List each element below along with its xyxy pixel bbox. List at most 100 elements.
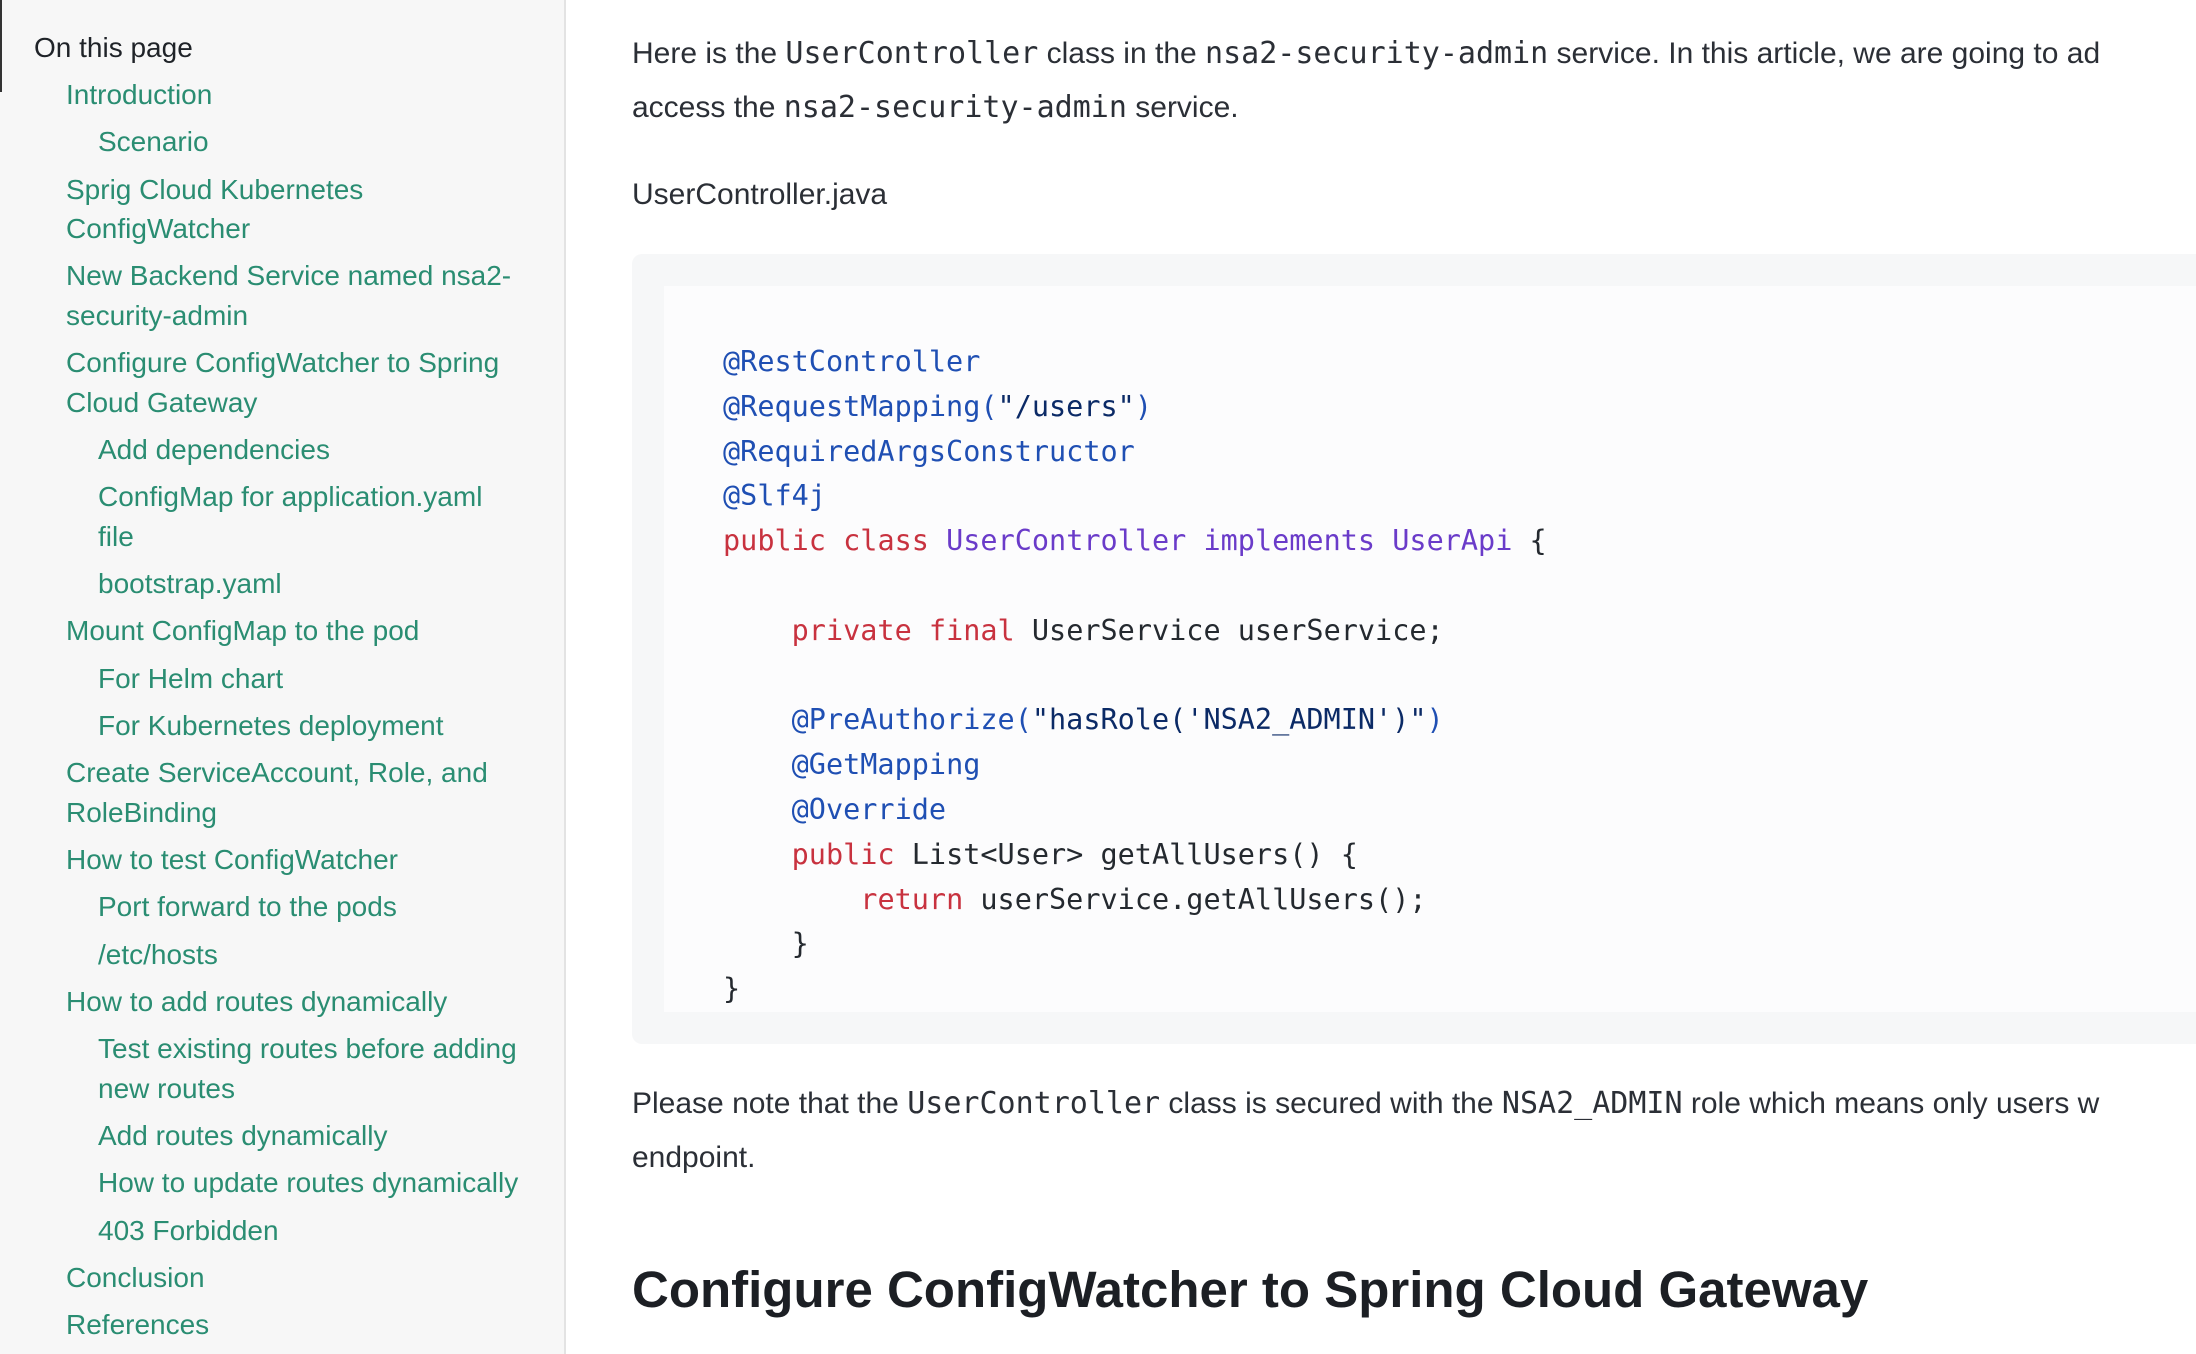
toc-list-entry: Add routes dynamically (0, 1116, 560, 1156)
note-text: role which means only users w (1682, 1087, 2100, 1120)
toc-link[interactable]: How to test ConfigWatcher (0, 840, 560, 880)
toc-list-entry: Mount ConfigMap to the pod (0, 611, 560, 651)
code-block-inner[interactable]: @RestController @RequestMapping("/users"… (664, 286, 2196, 1012)
toc-link[interactable]: Port forward to the pods (0, 887, 560, 927)
toc-list-entry: ConfigMap for application.yaml file (0, 477, 560, 556)
code-token: @RequiredArgsConstructor (723, 434, 1135, 468)
toc-list-entry: New Backend Service named nsa2-security-… (0, 256, 560, 335)
toc-list-entry: How to test ConfigWatcher (0, 840, 560, 880)
code-token: UserService userService; (1014, 613, 1444, 647)
code-token: return (860, 882, 964, 916)
code-token: @GetMapping (791, 748, 981, 782)
toc-link[interactable]: For Helm chart (0, 659, 560, 699)
code-token: } (723, 972, 741, 1006)
code-token: "/users" (997, 389, 1135, 423)
toc-list-entry: Introduction (0, 75, 560, 115)
toc-list-entry: Scenario (0, 122, 560, 162)
toc-list-entry: For Kubernetes deployment (0, 706, 560, 746)
code-token: "hasRole('NSA2_ADMIN')" (1031, 703, 1427, 737)
article-page: On this page Introduction Scenario Sprig C… (0, 0, 2196, 1354)
intro-text: service. (1126, 91, 1239, 124)
code-token: } (723, 927, 809, 961)
toc-list-entry: 403 Forbidden (0, 1211, 560, 1251)
toc-list-entry: bootstrap.yaml (0, 564, 560, 604)
code-token: @PreAuthorize( (791, 703, 1032, 737)
toc-list-entry: Conclusion (0, 1258, 560, 1298)
toc-list-entry: Add dependencies (0, 430, 560, 470)
toc-list-entry: /etc/hosts (0, 935, 560, 975)
toc-list-entry: How to update routes dynamically (0, 1163, 560, 1203)
intro-paragraph: Here is the UserController class in the … (632, 27, 2100, 135)
toc-link[interactable]: References (0, 1305, 560, 1345)
code-token: ) (1134, 389, 1152, 423)
code-token: @RequestMapping( (723, 389, 998, 423)
toc-link[interactable]: Introduction (0, 75, 560, 115)
toc-link[interactable]: 403 Forbidden (0, 1211, 560, 1251)
toc-list-entry: How to add routes dynamically (0, 982, 560, 1022)
toc-list-entry: Port forward to the pods (0, 887, 560, 927)
toc-sidebar: On this page Introduction Scenario Sprig C… (0, 0, 566, 1354)
code-token: UserApi (1392, 524, 1513, 558)
inline-code-usercontroller: UserController (907, 1086, 1161, 1121)
toc-link[interactable]: Configure ConfigWatcher to Spring Cloud … (0, 343, 560, 422)
code-token: private (791, 613, 912, 647)
toc-link[interactable]: Conclusion (0, 1258, 560, 1298)
note-text: endpoint. (632, 1141, 756, 1174)
toc-list-entry: Sprig Cloud Kubernetes ConfigWatcher (0, 170, 560, 249)
inline-code-role: NSA2_ADMIN (1501, 1086, 1683, 1121)
toc-list-entry: Create ServiceAccount, Role, and RoleBin… (0, 753, 560, 832)
intro-text: Here is the (632, 37, 786, 70)
toc-link[interactable]: Scenario (0, 122, 560, 162)
toc-heading: On this page (34, 32, 193, 63)
note-text: Please note that the (632, 1087, 908, 1120)
toc-link[interactable]: ConfigMap for application.yaml file (0, 477, 560, 556)
code-token: @Slf4j (723, 479, 826, 513)
code-token: public (723, 524, 826, 558)
code-token: { (1512, 524, 1547, 558)
intro-text: service. In this article, we are going t… (1548, 37, 2101, 70)
intro-text: class in the (1038, 37, 1206, 70)
code-token: List<User> getAllUsers() { (894, 837, 1358, 871)
toc-list-entry: For Helm chart (0, 659, 560, 699)
toc-link[interactable]: New Backend Service named nsa2-security-… (0, 256, 560, 335)
code-token: public (791, 837, 895, 871)
toc-link[interactable]: How to add routes dynamically (0, 982, 560, 1022)
code-token: implements (1203, 524, 1376, 558)
code-token: final (928, 613, 1015, 647)
toc-link[interactable]: /etc/hosts (0, 935, 560, 975)
toc-link[interactable]: Sprig Cloud Kubernetes ConfigWatcher (0, 170, 560, 249)
article-content: Here is the UserController class in the … (632, 0, 2196, 1354)
toc-link[interactable]: Create ServiceAccount, Role, and RoleBin… (0, 753, 560, 832)
section-heading: Configure ConfigWatcher to Spring Cloud … (632, 1261, 1869, 1318)
inline-code-service-name: nsa2-security-admin (1205, 36, 1549, 71)
toc-link[interactable]: bootstrap.yaml (0, 564, 560, 604)
note-text: class is secured with the (1160, 1087, 1502, 1120)
toc-list-entry: Test existing routes before adding new r… (0, 1029, 560, 1108)
toc-link[interactable]: Add routes dynamically (0, 1116, 560, 1156)
inline-code-service-name: nsa2-security-admin (783, 90, 1127, 125)
toc-link[interactable]: Mount ConfigMap to the pod (0, 611, 560, 651)
toc-link[interactable]: How to update routes dynamically (0, 1163, 560, 1203)
java-code[interactable]: @RestController @RequestMapping("/users"… (723, 340, 1547, 1012)
intro-text: access the (632, 91, 784, 124)
inline-code-usercontroller: UserController (785, 36, 1039, 71)
code-token: @RestController (723, 345, 981, 378)
note-paragraph: Please note that the UserController clas… (632, 1077, 2099, 1185)
toc-list: Introduction Scenario Sprig Cloud Kubernet… (0, 75, 560, 1353)
code-token: @Override (791, 792, 947, 826)
toc-link[interactable]: For Kubernetes deployment (0, 706, 560, 746)
code-token: userService.getAllUsers(); (963, 882, 1427, 916)
toc-link[interactable]: Add dependencies (0, 430, 560, 470)
toc-link[interactable]: Test existing routes before adding new r… (0, 1029, 560, 1108)
